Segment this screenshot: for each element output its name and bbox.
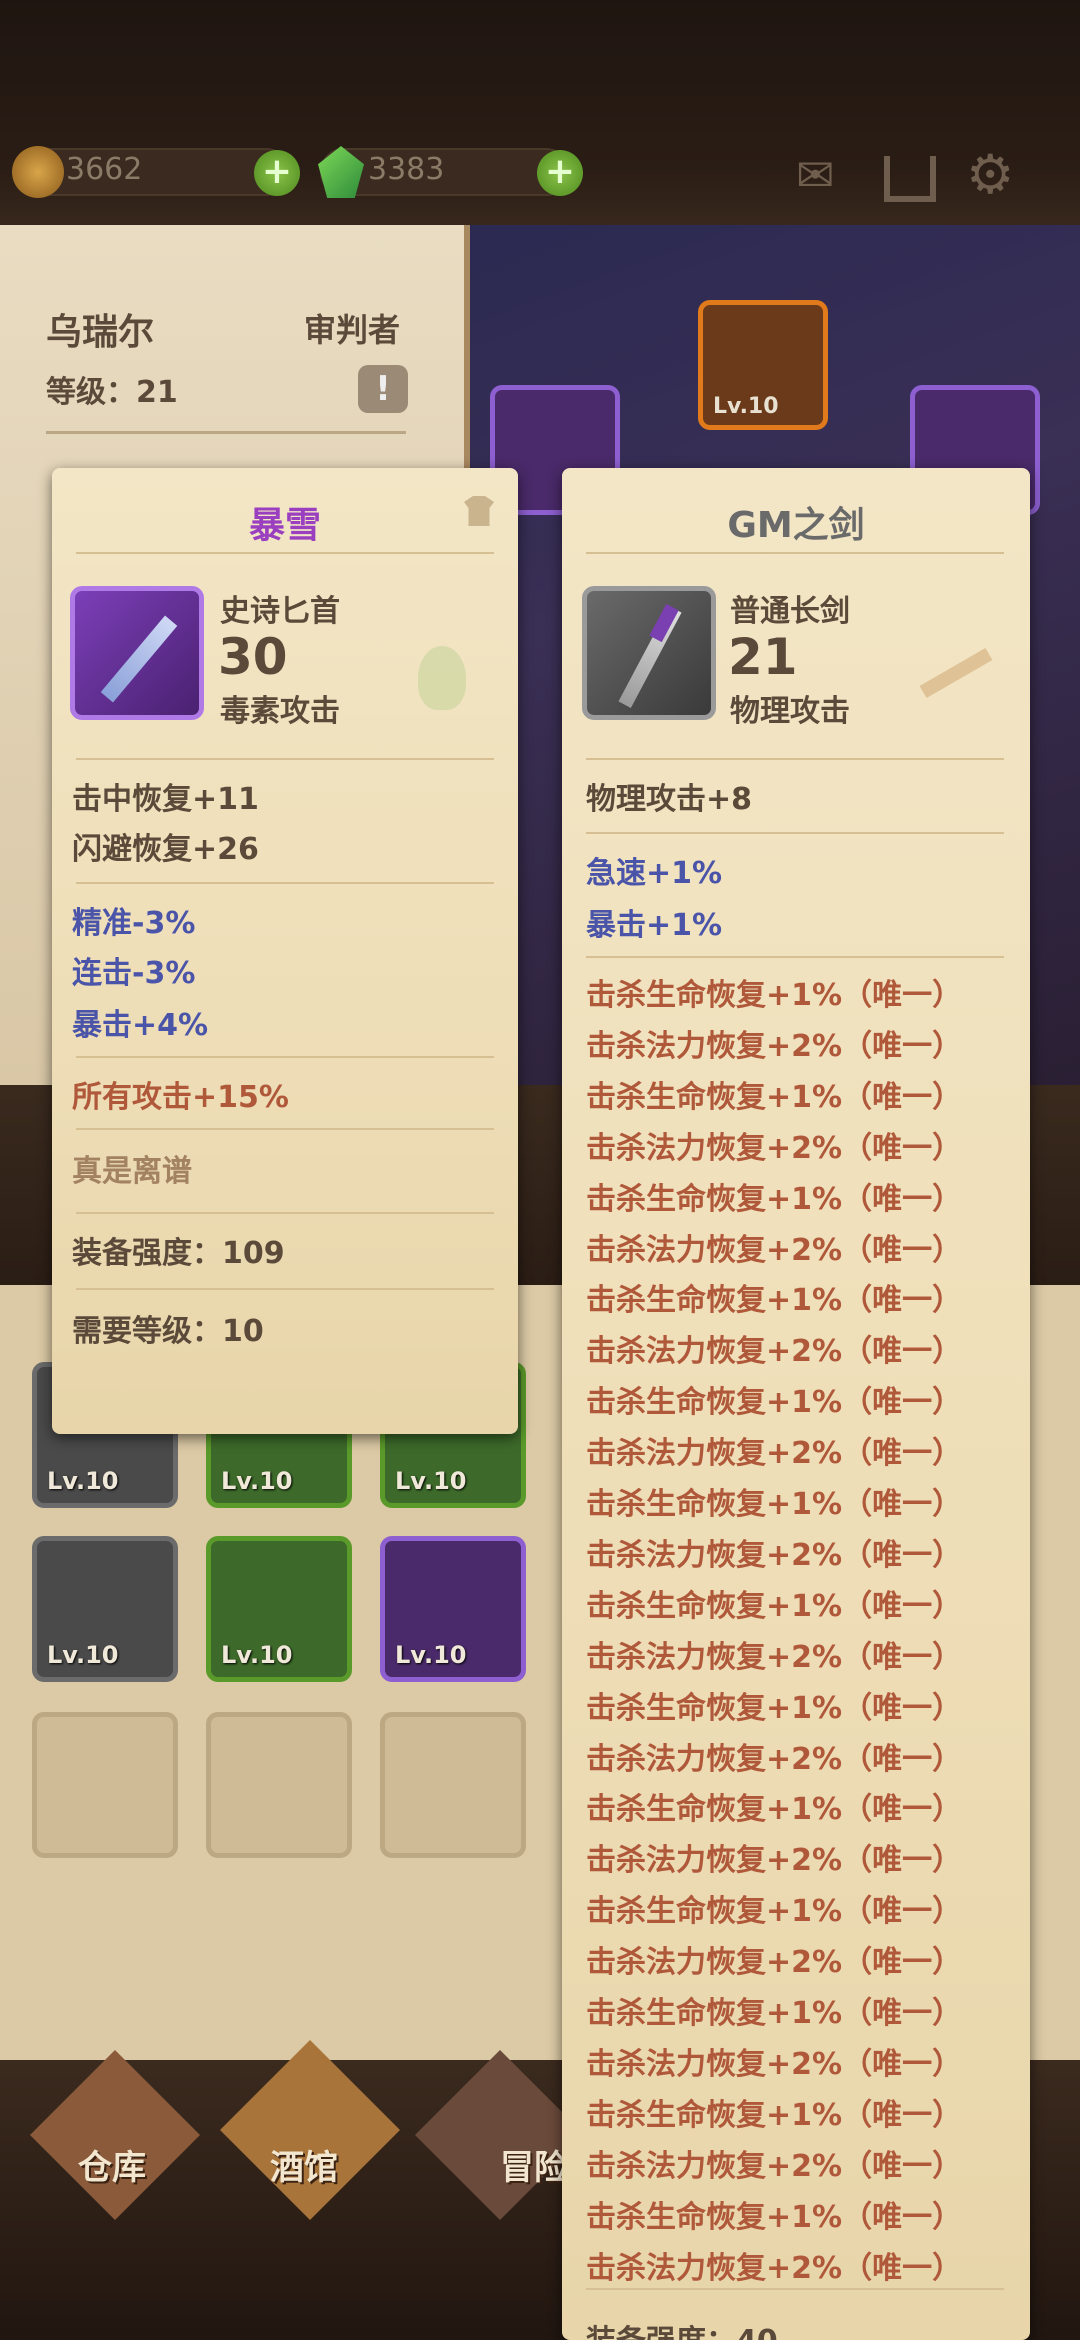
attack-value: 21 [728,628,798,686]
dagger-item-icon [70,586,204,720]
stat-line: 所有攻击+15% [72,1080,289,1115]
unique-stat-line: 击杀生命恢复+1%（唯一） [586,1894,963,1930]
unique-stat-line: 击杀法力恢复+2%（唯一） [586,2250,963,2286]
hero-level: 等级：21 [46,375,178,410]
unique-stat-line: 击杀法力恢复+2%（唯一） [586,1232,963,1268]
attack-type: 物理攻击 [730,694,850,729]
helmet-slot[interactable]: Lv.10 [698,300,828,430]
hero-class: 审判者 [304,311,401,349]
unique-stat-line: 击杀生命恢复+1%（唯一） [586,1079,963,1115]
unique-stat-line: 击杀生命恢复+1%（唯一） [586,1792,963,1828]
divider [76,1128,494,1130]
stat-line: 物理攻击+8 [586,782,753,817]
unique-stat-line: 击杀生命恢复+1%（唯一） [586,1690,963,1726]
unique-stat-line: 击杀生命恢复+1%（唯一） [586,1588,963,1624]
divider [76,552,494,554]
attack-type: 毒素攻击 [220,694,340,729]
unique-stat-line: 击杀生命恢复+1%（唯一） [586,1181,963,1217]
hero-name: 乌瑞尔 [46,312,155,353]
blade-shape [100,615,178,703]
divider [76,1288,494,1290]
item-tooltip-left: 暴雪 史诗匕首 30 毒素攻击 击中恢复+11 闪避恢复+26 精准-3% 连击… [52,468,518,1434]
unique-stat-line: 击杀法力恢复+2%（唯一） [586,1741,963,1777]
divider [586,758,1004,760]
gem-value: 3383 [368,152,445,187]
unique-stat-line: 击杀生命恢复+1%（唯一） [586,1996,963,2031]
inventory-item[interactable]: Lv.10 [206,1536,352,1682]
stat-line: 击中恢复+11 [72,782,259,817]
stat-line: 暴击+4% [72,1008,209,1043]
longsword-item-icon [582,586,716,720]
equipment-strength: 装备强度：40 [586,2316,778,2340]
unique-stat-line: 击杀法力恢复+2%（唯一） [586,2046,963,2082]
divider [586,552,1004,554]
attack-value: 30 [218,628,288,686]
unique-stat-line: 击杀法力恢复+2%（唯一） [586,1843,963,1879]
divider [586,832,1004,834]
stat-line: 暴击+1% [586,908,723,943]
unique-stat-line: 击杀法力恢复+2%（唯一） [586,1945,963,1981]
item-title: GM之剑 [727,505,865,546]
item-rarity-type: 史诗匕首 [220,594,340,629]
settings-gear-icon[interactable]: ⚙ [966,148,1014,202]
stat-line: 连击-3% [72,956,196,991]
unique-stat-line: 击杀生命恢复+1%（唯一） [586,978,963,1013]
inventory-item[interactable]: Lv.10 [32,1536,178,1682]
top-hud: 3662 + 3383 + ✉ ⚙ [0,0,1080,240]
unique-stat-line: 击杀法力恢复+2%（唯一） [586,2148,963,2184]
required-level: 需要等级：10 [72,1314,264,1349]
divider [586,956,1004,958]
inventory-item[interactable]: Lv.10 [380,1536,526,1682]
unique-stat-line: 击杀法力恢复+2%（唯一） [586,1639,963,1675]
unique-stat-line: 击杀生命恢复+1%（唯一） [586,1283,963,1319]
poison-skull-icon [418,646,466,710]
unique-stat-line: 击杀法力恢复+2%（唯一） [586,1130,963,1166]
panel-divider [46,431,406,434]
unique-stat-line: 击杀法力恢复+2%（唯一） [586,1334,963,1370]
empty-slot[interactable] [32,1712,178,1858]
nav-warehouse[interactable]: 仓库 [78,2140,146,2189]
flavor-text: 真是离谱 [72,1154,192,1189]
add-gold-button[interactable]: + [254,150,300,196]
gold-coin-icon [12,146,64,198]
info-alert-icon[interactable]: ! [358,365,408,413]
unique-stat-line: 击杀生命恢复+1%（唯一） [586,1487,963,1522]
mail-icon[interactable]: ✉ [796,152,835,198]
add-gem-button[interactable]: + [537,150,583,196]
nav-tavern[interactable]: 酒馆 [270,2140,338,2189]
stat-line: 精准-3% [72,906,196,941]
unique-stat-line: 击杀生命恢复+1%（唯一） [586,2199,963,2235]
gold-value: 3662 [66,152,143,187]
unique-stat-line: 击杀法力恢复+2%（唯一） [586,1537,963,1573]
unique-stat-line: 击杀法力恢复+2%（唯一） [586,1028,963,1064]
item-rarity-type: 普通长剑 [730,594,850,629]
empty-slot[interactable] [206,1712,352,1858]
divider [76,758,494,760]
unique-stat-line: 击杀生命恢复+1%（唯一） [586,2097,963,2133]
divider [586,2288,1004,2290]
divider [76,1212,494,1214]
item-tooltip-right: GM之剑 普通长剑 21 物理攻击 物理攻击+8 急速+1% 暴击+1% 击杀生… [562,468,1030,2340]
item-title: 暴雪 [248,505,321,546]
unique-stat-line: 击杀法力恢复+2%（唯一） [586,1436,963,1472]
nav-adventure[interactable]: 冒险 [500,2140,568,2189]
empty-slot[interactable] [380,1712,526,1858]
unique-stat-line: 击杀生命恢复+1%（唯一） [586,1385,963,1421]
inventory-box-icon[interactable] [884,156,936,202]
equipment-strength: 装备强度：109 [72,1236,285,1271]
stat-line: 闪避恢复+26 [72,832,259,867]
divider [76,882,494,884]
armor-slot-icon [464,496,494,526]
physical-attack-icon [919,647,993,699]
stat-line: 急速+1% [586,856,723,891]
divider [76,1056,494,1058]
